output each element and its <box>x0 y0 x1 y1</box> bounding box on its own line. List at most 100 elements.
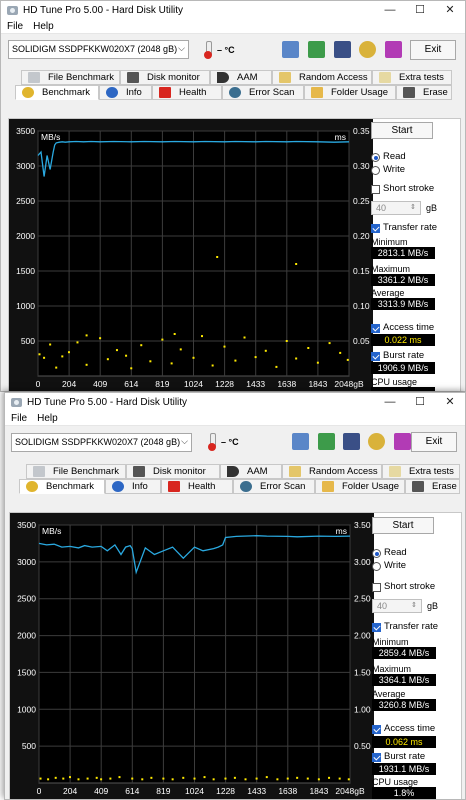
save-icon[interactable] <box>343 433 360 450</box>
spinner-icon[interactable]: ⇕ <box>411 601 417 609</box>
tab-random-access[interactable]: Random Access <box>272 70 372 85</box>
write-radio[interactable] <box>371 166 380 175</box>
tab-health[interactable]: Health <box>152 85 222 100</box>
menu-file[interactable]: File <box>7 21 23 32</box>
benchmark-chart: 0 204 409 614 819 1024 1228 1433 1638 1843 2048gB 5… <box>10 513 374 799</box>
tab-info[interactable]: Info <box>105 479 161 494</box>
title-bar[interactable]: HD Tune Pro 5.00 - Hard Disk Utility — ☐… <box>1 1 465 19</box>
tab-erase[interactable]: Erase <box>396 85 452 100</box>
burst-rate-checkbox[interactable] <box>372 753 381 762</box>
tab-aam[interactable]: AAM <box>210 70 272 85</box>
spinner-icon[interactable]: ⇕ <box>410 203 416 211</box>
tab-folder-usage[interactable]: Folder Usage <box>315 479 405 494</box>
info-icon <box>112 481 124 492</box>
tab-erase[interactable]: Erase <box>405 479 460 494</box>
window-title: HD Tune Pro 5.00 - Hard Disk Utility <box>27 396 188 408</box>
tab-benchmark[interactable]: Benchmark <box>19 479 105 494</box>
benchmark-panel: 0 204 409 614 819 1024 1228 1433 1638 1843 2048gB 5… <box>8 118 461 391</box>
access-time-point <box>162 777 165 780</box>
menu-help[interactable]: Help <box>37 413 58 424</box>
tab-file-benchmark[interactable]: File Benchmark <box>21 70 120 85</box>
tab-aam[interactable]: AAM <box>220 464 282 479</box>
tab-extra-tests[interactable]: Extra tests <box>372 70 452 85</box>
read-radio[interactable] <box>371 153 380 162</box>
access-time-checkbox[interactable] <box>372 725 381 734</box>
chevron-down-icon[interactable]: ⌵ <box>181 436 188 447</box>
download-icon[interactable] <box>394 433 411 450</box>
transfer-rate-checkbox[interactable] <box>371 224 380 233</box>
exit-button[interactable]: Exit <box>411 432 457 452</box>
read-radio[interactable] <box>372 549 381 558</box>
tab-error-scan[interactable]: Error Scan <box>222 85 304 100</box>
short-stroke-unit: gB <box>427 601 439 611</box>
app-window-back[interactable]: HD Tune Pro 5.00 - Hard Disk Utility — ☐… <box>0 0 466 392</box>
drive-select[interactable]: SOLIDIGM SSDPFKKW020X7 (2048 gB) ⌵ <box>11 433 192 452</box>
average-label: Average <box>371 288 405 298</box>
access-time-point <box>264 349 267 352</box>
tab-label: Folder Usage <box>331 87 389 98</box>
tab-health[interactable]: Health <box>161 479 233 494</box>
copy-screenshot-icon[interactable] <box>318 433 335 450</box>
tab-file-benchmark[interactable]: File Benchmark <box>26 464 126 479</box>
tab-folder-usage[interactable]: Folder Usage <box>304 85 396 100</box>
minimize-icon[interactable]: — <box>375 393 405 411</box>
drive-select[interactable]: SOLIDIGM SSDPFKKW020X7 (2048 gB) ⌵ <box>8 40 189 59</box>
burst-rate-checkbox[interactable] <box>371 352 380 361</box>
short-stroke-checkbox[interactable] <box>371 185 380 194</box>
short-stroke-checkbox[interactable] <box>372 583 381 592</box>
tab-label: Extra tests <box>399 72 444 83</box>
tab-extra-tests[interactable]: Extra tests <box>382 464 460 479</box>
app-window-front[interactable]: HD Tune Pro 5.00 - Hard Disk Utility — ☐… <box>4 392 466 800</box>
chevron-down-icon[interactable]: ⌵ <box>178 43 185 54</box>
benchmark-panel: 0 204 409 614 819 1024 1228 1433 1638 1843 2048gB 5… <box>9 512 462 799</box>
x-tick-label: 1024 <box>184 379 203 389</box>
health-icon <box>159 87 171 98</box>
options-icon[interactable] <box>368 433 385 450</box>
maximize-icon[interactable]: ☐ <box>405 1 435 19</box>
access-time-checkbox[interactable] <box>371 324 380 333</box>
access-time-point <box>182 776 185 779</box>
tab-label: Error Scan <box>249 87 295 98</box>
close-icon[interactable]: ✕ <box>435 393 465 411</box>
access-time-point <box>307 347 310 349</box>
access-time-point <box>179 348 182 351</box>
start-button[interactable]: Start <box>371 122 433 139</box>
title-bar[interactable]: HD Tune Pro 5.00 - Hard Disk Utility — ☐… <box>5 393 465 411</box>
write-radio[interactable] <box>372 562 381 571</box>
transfer-rate-checkbox[interactable] <box>372 623 381 632</box>
close-icon[interactable]: ✕ <box>435 1 465 19</box>
tab-disk-monitor[interactable]: Disk monitor <box>120 70 210 85</box>
thermometer-icon <box>207 433 217 451</box>
copy-screenshot-icon[interactable] <box>308 41 325 58</box>
copy-info-icon[interactable] <box>292 433 309 450</box>
start-button[interactable]: Start <box>372 517 434 534</box>
access-time-label: Access time <box>384 723 436 734</box>
access-time-point <box>54 776 57 779</box>
tab-disk-monitor[interactable]: Disk monitor <box>126 464 220 479</box>
access-time-point <box>295 357 298 360</box>
speaker-icon <box>227 466 239 477</box>
tab-benchmark[interactable]: Benchmark <box>15 85 99 100</box>
y-tick-label-left: 2000 <box>17 631 36 641</box>
access-time-value: 0.022 ms <box>371 334 435 346</box>
tab-error-scan[interactable]: Error Scan <box>233 479 315 494</box>
minimum-value: 2859.4 MB/s <box>372 647 436 659</box>
access-time-point <box>254 356 257 359</box>
benchmark-icon <box>22 87 34 98</box>
menu-help[interactable]: Help <box>33 21 54 32</box>
copy-info-icon[interactable] <box>282 41 299 58</box>
exit-button[interactable]: Exit <box>410 40 456 60</box>
minimize-icon[interactable]: — <box>375 1 405 19</box>
y-tick-label-left: 2500 <box>16 196 35 206</box>
access-time-point <box>306 777 309 780</box>
maximize-icon[interactable]: ☐ <box>405 393 435 411</box>
access-time-point <box>86 777 89 780</box>
download-icon[interactable] <box>385 41 402 58</box>
save-icon[interactable] <box>334 41 351 58</box>
menu-file[interactable]: File <box>11 413 27 424</box>
x-tick-label: 0 <box>36 379 41 389</box>
y-tick-label-left: 1000 <box>17 704 36 714</box>
options-icon[interactable] <box>359 41 376 58</box>
tab-random-access[interactable]: Random Access <box>282 464 382 479</box>
tab-info[interactable]: Info <box>99 85 152 100</box>
